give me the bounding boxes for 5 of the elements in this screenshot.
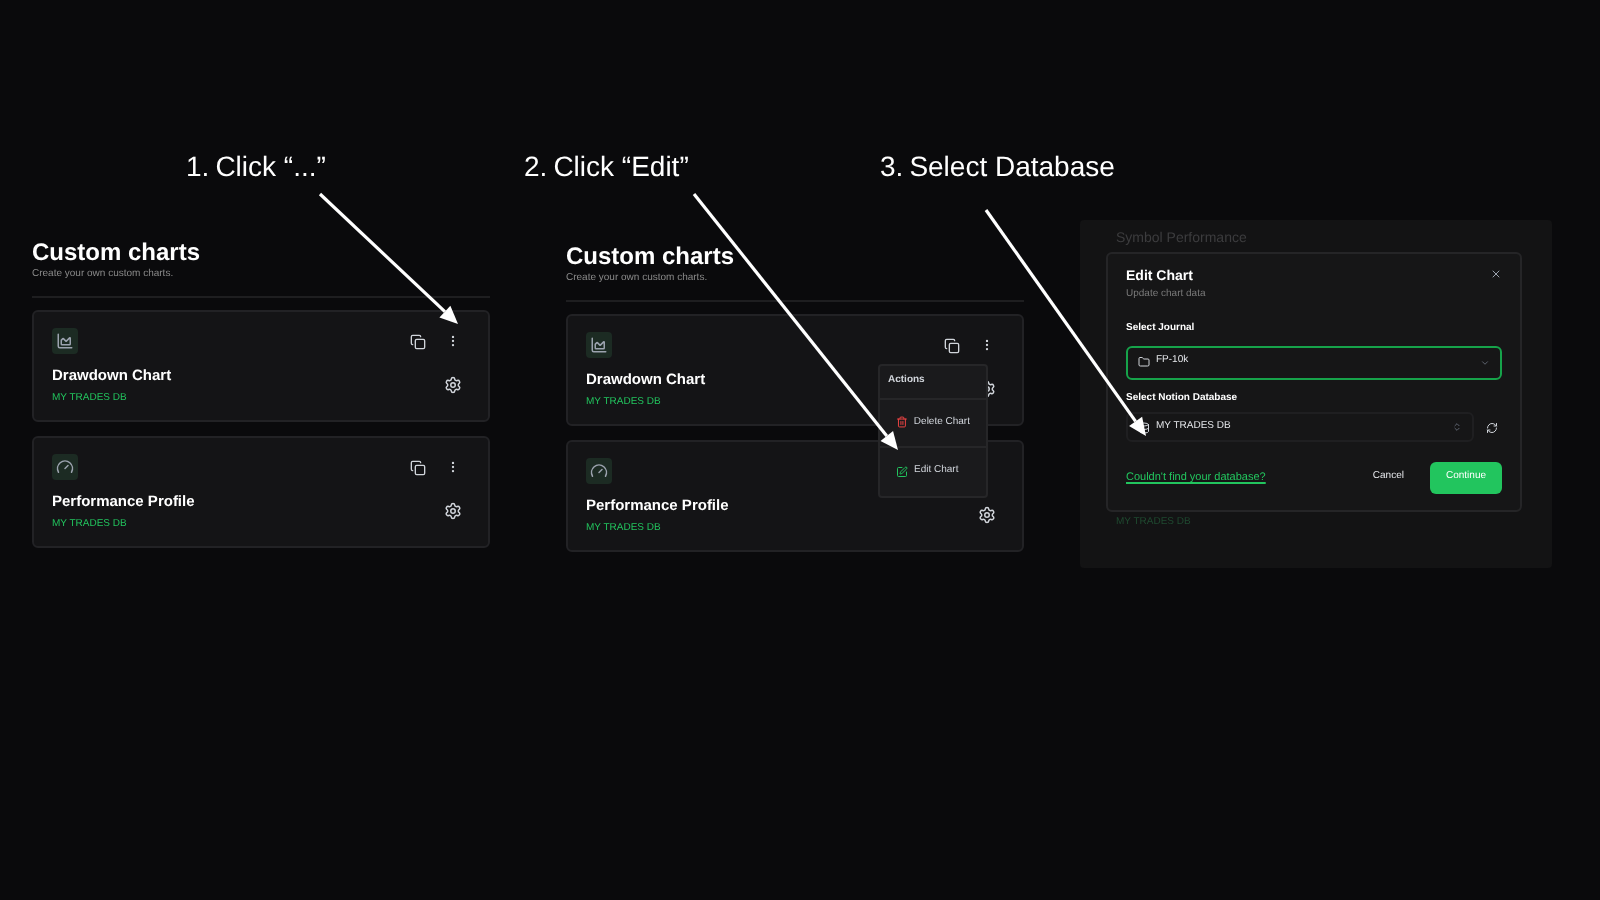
step-caption: 2. Click “Edit”	[524, 148, 689, 186]
section-title: Custom charts	[32, 238, 203, 268]
step-caption: 3. Select Database	[880, 148, 1115, 186]
step-caption: 1. Click “...”	[186, 148, 326, 186]
section-title: Custom charts	[566, 242, 737, 272]
